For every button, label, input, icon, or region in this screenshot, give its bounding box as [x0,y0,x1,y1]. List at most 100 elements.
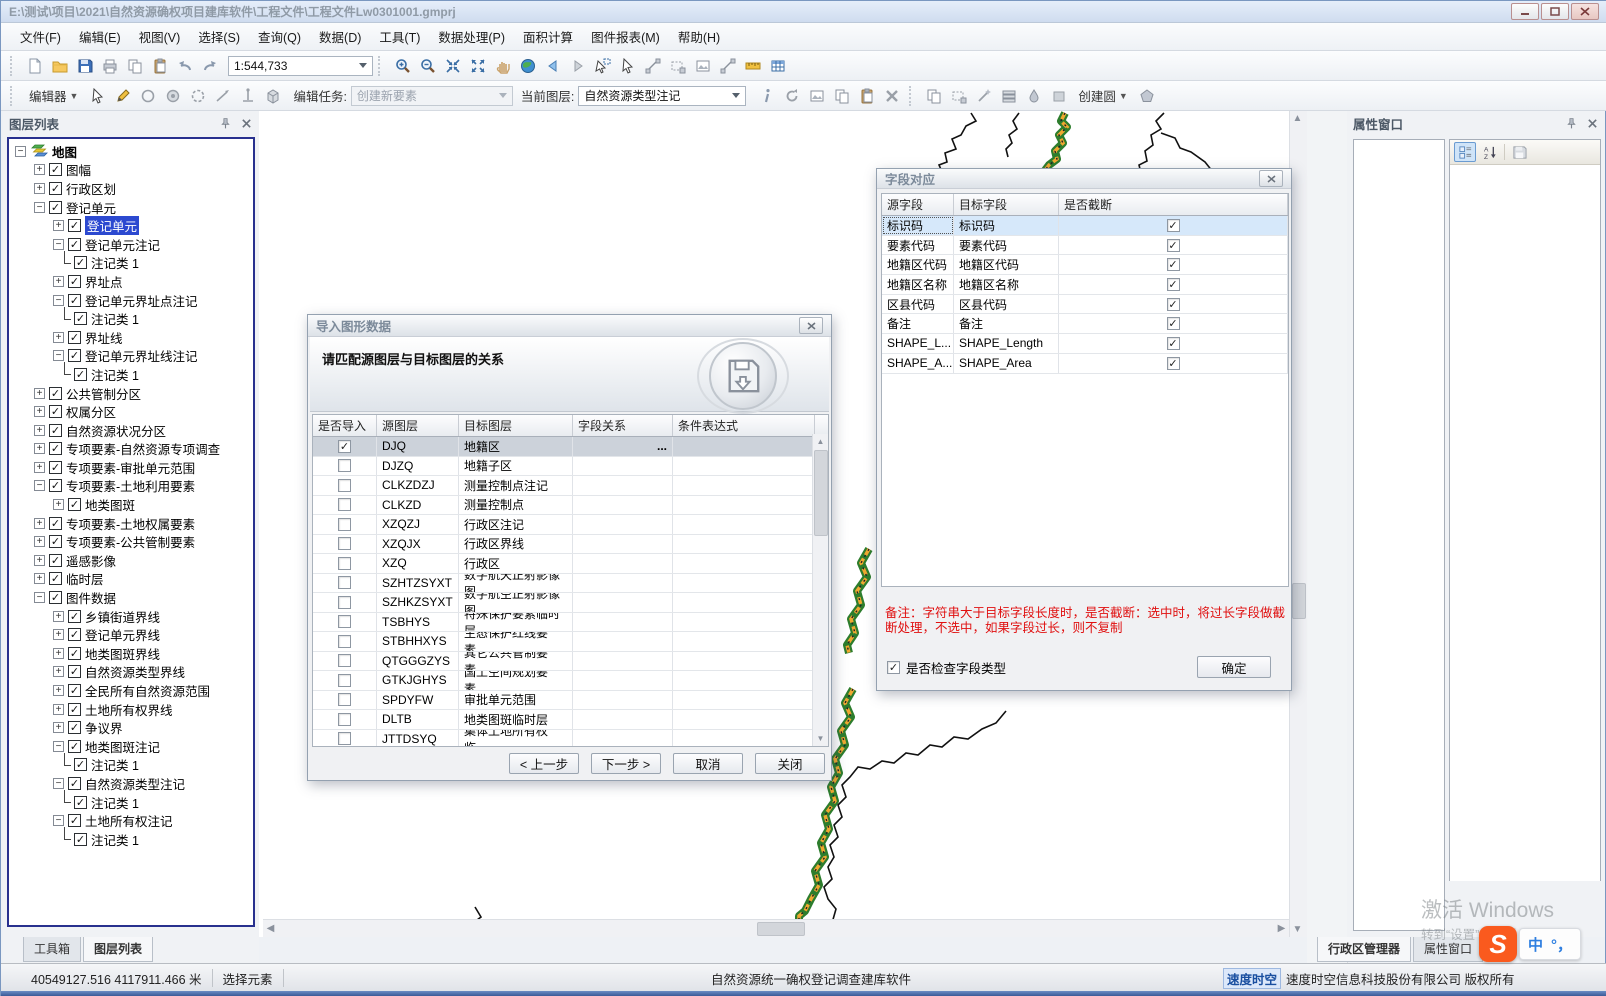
layer-visibility-checkbox[interactable]: ✓ [49,517,62,530]
import-checkbox[interactable]: ✓ [338,440,351,453]
table-cell[interactable]: TSBHYS [377,613,459,632]
menu-item-2[interactable]: 视图(V) [130,23,190,50]
attribute-info-icon[interactable] [754,84,779,108]
table-cell[interactable]: 审批单元范围 [459,691,573,710]
select-rect-icon[interactable] [590,54,615,78]
tree-item[interactable]: +✓公共管制分区 [9,384,253,403]
layer-visibility-checkbox[interactable]: ✓ [74,796,87,809]
arc-tool-icon[interactable] [135,84,160,108]
table-cell[interactable]: 测量控制点 [459,496,573,515]
collapse-icon[interactable]: − [34,202,45,213]
expand-icon[interactable]: + [34,443,45,454]
target-field-cell[interactable]: 备注 [954,314,1059,333]
table-cell[interactable]: 行政区 [459,554,573,573]
tree-item[interactable]: −✓登记单元界址线注记 [9,347,253,366]
current-layer-combobox[interactable]: 自然资源类型注记 [578,86,746,106]
layer-visibility-checkbox[interactable]: ✓ [68,238,81,251]
scroll-up-icon[interactable]: ▲ [1290,111,1305,126]
pan-gray-icon[interactable] [665,54,690,78]
tree-item-label[interactable]: 图幅 [66,160,91,179]
scroll-left-icon[interactable]: ◀ [263,921,278,936]
table-row[interactable]: 地籍区代码地籍区代码✓ [882,255,1288,275]
paste-feature-icon[interactable] [854,84,879,108]
filter-icon[interactable] [690,54,715,78]
full-extent-icon[interactable] [465,54,490,78]
table-cell[interactable]: CLKZD [377,496,459,515]
table-cell[interactable] [573,535,673,554]
target-field-cell[interactable]: 区县代码 [954,295,1059,314]
table-row[interactable]: GTKJGHYS国土空间规划要素… [313,671,828,691]
new-document-icon[interactable] [22,54,47,78]
import-checkbox[interactable] [338,732,351,745]
table-cell[interactable] [673,574,815,593]
layer-visibility-checkbox[interactable]: ✓ [49,442,62,455]
expand-icon[interactable]: + [53,666,64,677]
table-cell[interactable] [673,710,815,729]
prev-step-button[interactable]: < 上一步 [509,753,579,774]
truncate-checkbox[interactable]: ✓ [1167,239,1180,252]
save-attributes-icon[interactable] [1509,143,1529,161]
layer-visibility-checkbox[interactable]: ✓ [68,498,81,511]
layer-visibility-checkbox[interactable]: ✓ [49,535,62,548]
edit-cursor-icon[interactable] [85,84,110,108]
layer-visibility-checkbox[interactable]: ✓ [49,424,62,437]
column-header[interactable]: 目标图层 [459,415,573,436]
table-cell[interactable]: DJZQ [377,457,459,476]
tree-item[interactable]: ✓注记类 1 [9,756,253,775]
close-icon[interactable] [799,317,823,334]
import-checkbox[interactable] [338,654,351,667]
tree-item-label[interactable]: 登记单元界线 [85,625,160,644]
tree-item[interactable]: +✓图幅 [9,161,253,180]
table-row[interactable]: CLKZD测量控制点 [313,496,828,516]
table-cell[interactable]: 行政区注记 [459,515,573,534]
expand-icon[interactable]: + [34,555,45,566]
table-cell[interactable]: 生态保护红线要素… [459,632,573,651]
tree-item-label[interactable]: 注记类 1 [91,755,139,774]
tree-item-label[interactable]: 自然资源类型界线 [85,662,185,681]
ime-language-indicator[interactable]: 中 [1528,934,1543,955]
toolbar-grip[interactable] [378,56,385,76]
tree-item[interactable]: +✓权属分区 [9,402,253,421]
tree-item-label[interactable]: 注记类 1 [91,793,139,812]
table-cell[interactable] [673,632,815,651]
table-cell[interactable] [673,671,815,690]
table-cell[interactable]: XZQJX [377,535,459,554]
tree-item-label[interactable]: 登记单元界址线注记 [85,346,198,365]
import-checkbox[interactable] [338,537,351,550]
ok-button[interactable]: 确定 [1197,656,1271,678]
table-row[interactable]: XZQZJ行政区注记 [313,515,828,535]
truncate-checkbox[interactable]: ✓ [1167,298,1180,311]
minimize-button[interactable] [1511,3,1539,20]
categorized-icon[interactable] [1454,142,1476,162]
tree-item-label[interactable]: 争议界 [85,718,123,737]
table-row[interactable]: 区县代码区县代码✓ [882,295,1288,315]
layer-visibility-checkbox[interactable]: ✓ [68,294,81,307]
tree-item[interactable]: ✓注记类 1 [9,830,253,849]
tab-行政区管理器[interactable]: 行政区管理器 [1317,937,1411,962]
table-cell[interactable] [673,457,815,476]
layer-visibility-checkbox[interactable]: ✓ [74,312,87,325]
table-cell[interactable]: CLKZDZJ [377,476,459,495]
target-field-cell[interactable]: 地籍区名称 [954,275,1059,294]
edit-task-combobox[interactable]: 创建新要素 [351,86,513,106]
tree-item[interactable]: ✓注记类 1 [9,309,253,328]
table-row[interactable]: SZHKZSYXT数字航空正射影像图 [313,593,828,613]
tree-item[interactable]: +✓界址线 [9,328,253,347]
table-cell[interactable]: GTKJGHYS [377,671,459,690]
tree-item-label[interactable]: 专项要素-土地权属要素 [66,514,195,533]
expand-icon[interactable]: + [34,425,45,436]
table-cell[interactable]: DLTB [377,710,459,729]
check-field-type-checkbox[interactable]: ✓ [887,661,900,674]
table-cell[interactable] [573,574,673,593]
table-cell[interactable] [573,730,673,748]
layer-visibility-checkbox[interactable]: ✓ [49,182,62,195]
open-folder-icon[interactable] [47,54,72,78]
tree-item[interactable]: −✓登记单元 [9,198,253,217]
table-cell[interactable] [573,515,673,534]
editor-menu-button[interactable]: 编辑器▼ [22,83,85,108]
table-row[interactable]: SHAPE_L...SHAPE_Length✓ [882,334,1288,354]
tree-item[interactable]: ✓注记类 1 [9,254,253,273]
tree-item-label[interactable]: 登记单元注记 [85,235,160,254]
expand-icon[interactable]: + [53,499,64,510]
tree-item-label[interactable]: 登记单元 [66,198,116,217]
